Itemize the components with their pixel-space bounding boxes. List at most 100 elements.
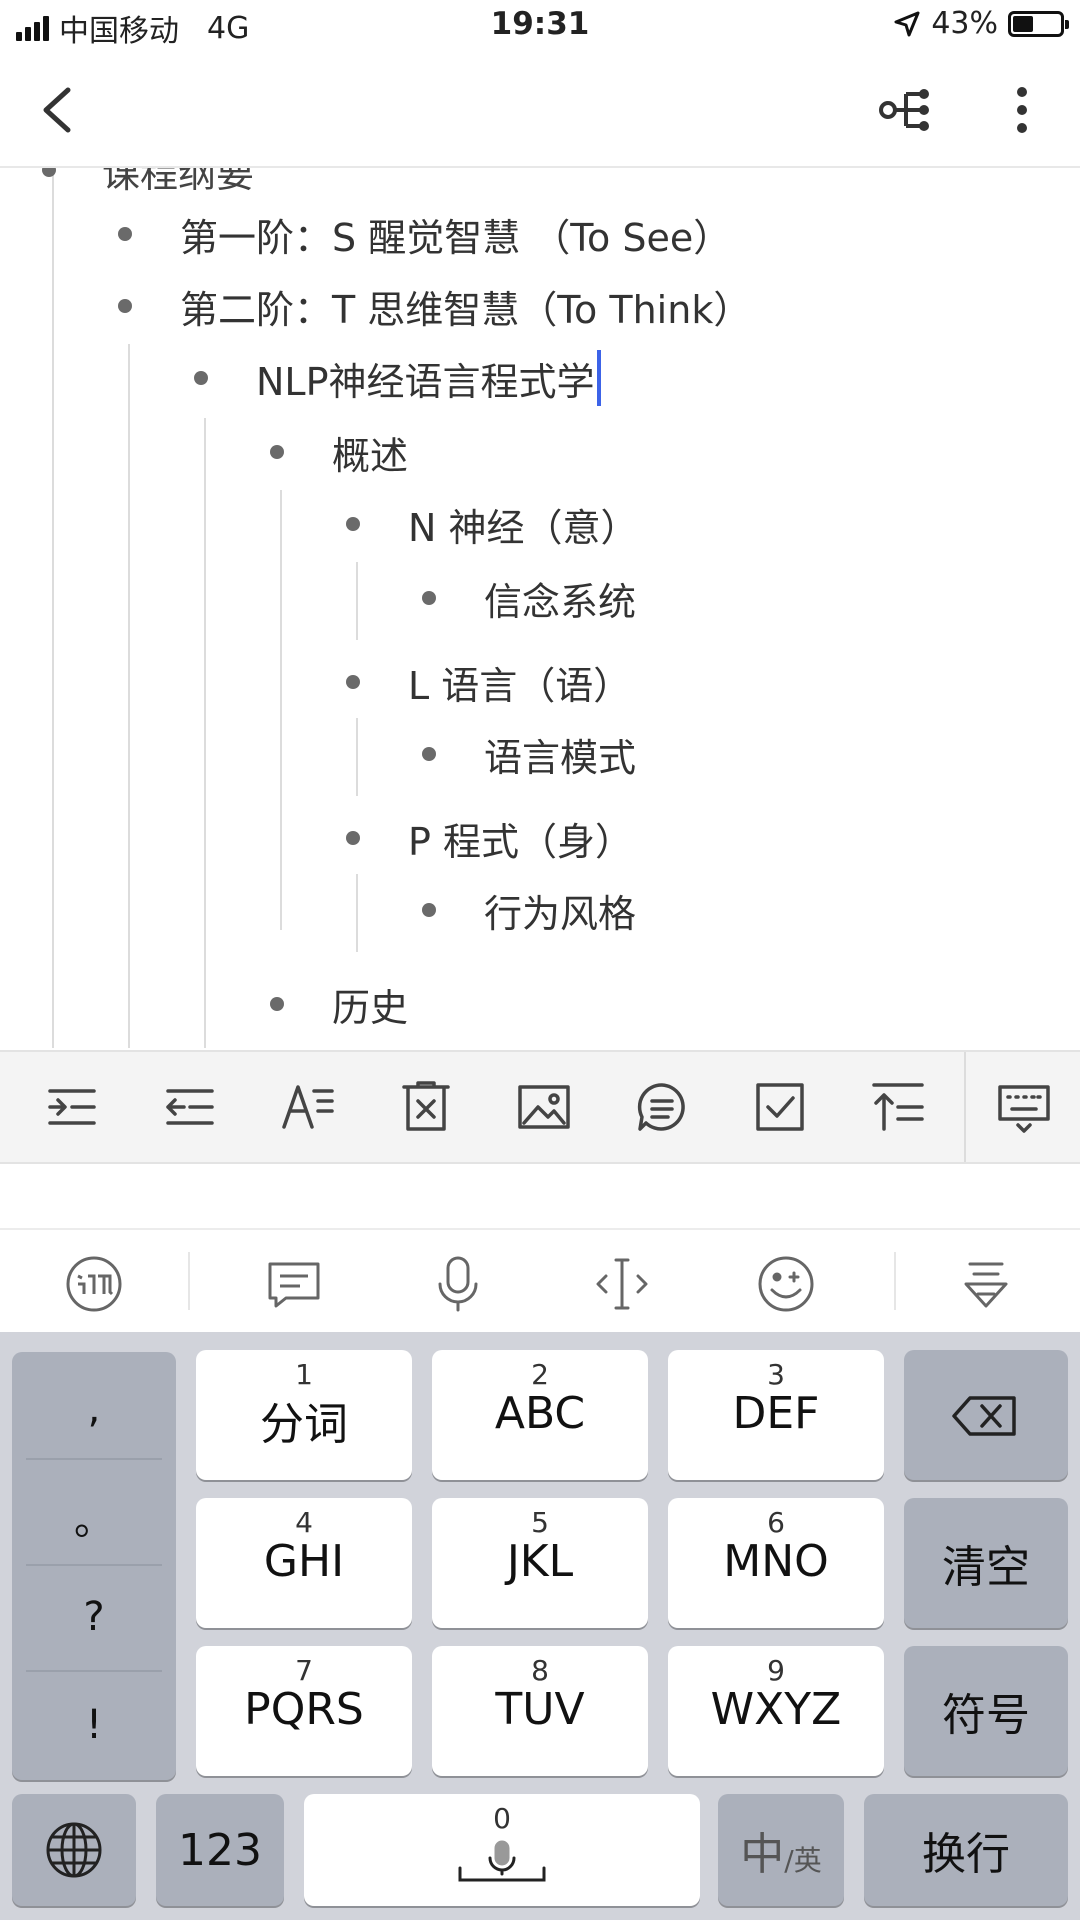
key-5[interactable]: 5 JKL: [432, 1498, 648, 1628]
checkbox-icon[interactable]: [752, 1079, 808, 1135]
key-number: 9: [767, 1654, 785, 1687]
outline-item-text: 语言模式: [484, 735, 637, 780]
format-toolbar: [0, 1050, 1080, 1164]
move-up-icon[interactable]: [870, 1079, 926, 1135]
chevron-left-icon[interactable]: [30, 80, 90, 140]
key-label: WXYZ: [710, 1684, 842, 1735]
language-switch-key[interactable]: 中/英: [718, 1794, 844, 1906]
outline-item-text: N 神经（意）: [408, 505, 639, 550]
outline-item-active[interactable]: NLP神经语言程式学: [194, 348, 601, 408]
punct-key[interactable]: ?: [12, 1594, 176, 1640]
key-1[interactable]: 1 分词: [196, 1350, 412, 1480]
outline-item-text: L 语言（语）: [408, 663, 632, 708]
language-label: 中/英: [718, 1794, 844, 1906]
clear-key[interactable]: 清空: [904, 1498, 1068, 1628]
outdent-icon[interactable]: [162, 1079, 218, 1135]
key-label: PQRS: [244, 1684, 364, 1735]
location-arrow-icon: [894, 11, 920, 36]
status-right: 43%: [893, 6, 1069, 41]
punctuation-column[interactable]: , 。 ? !: [12, 1352, 176, 1780]
key-label: ABC: [494, 1388, 586, 1439]
key-label: DEF: [732, 1388, 820, 1439]
outline-item[interactable]: 语言模式: [422, 724, 636, 784]
key-label: MNO: [723, 1536, 829, 1587]
key-number: 3: [767, 1358, 785, 1391]
key-2[interactable]: 2 ABC: [432, 1350, 648, 1480]
key-3[interactable]: 3 DEF: [668, 1350, 884, 1480]
key-label: TUV: [495, 1684, 585, 1735]
guide-line-level4: [280, 490, 282, 930]
key-6[interactable]: 6 MNO: [668, 1498, 884, 1628]
collapse-keyboard-icon[interactable]: [956, 1254, 1016, 1314]
note-icon[interactable]: [634, 1079, 690, 1135]
image-icon[interactable]: [516, 1079, 572, 1135]
key-number: 1: [295, 1358, 313, 1391]
microphone-icon[interactable]: [428, 1254, 488, 1314]
key-9[interactable]: 9 WXYZ: [668, 1646, 884, 1776]
outline-item[interactable]: 信念系统: [422, 568, 636, 628]
outline-item-text: 第二阶：T 思维智慧（To Think）: [180, 287, 752, 332]
outline-item-text: P 程式（身）: [408, 819, 633, 864]
text-format-icon[interactable]: [280, 1079, 336, 1135]
outline-item[interactable]: 历史: [270, 974, 408, 1034]
enter-key[interactable]: 换行: [864, 1794, 1068, 1906]
key-8[interactable]: 8 TUV: [432, 1646, 648, 1776]
outline-item-partial[interactable]: 课程纲要: [42, 168, 254, 200]
key-4[interactable]: 4 GHI: [196, 1498, 412, 1628]
nav-bar: [0, 54, 1080, 168]
punct-divider: [26, 1564, 162, 1566]
hide-keyboard-icon[interactable]: [996, 1079, 1052, 1135]
guide-line-level1: [52, 168, 54, 1048]
outline-item[interactable]: P 程式（身）: [346, 808, 633, 868]
numbers-key[interactable]: 123: [156, 1794, 284, 1906]
t9-keyboard: , 。 ? ! 1 分词 2 ABC 3 DEF 4 GHI 5 JKL 6 M…: [0, 1332, 1080, 1920]
space-mic-icon: [458, 1840, 546, 1882]
outline-item[interactable]: 概述: [270, 422, 408, 482]
space-number: 0: [493, 1802, 511, 1835]
outline-item-text: NLP神经语言程式学: [256, 359, 595, 404]
outline-item[interactable]: 行为风格: [422, 880, 636, 940]
ime-logo-icon[interactable]: [64, 1254, 124, 1314]
status-bar: 中国移动 4G 19:31 43%: [0, 0, 1080, 54]
key-number: 4: [295, 1506, 313, 1539]
more-vertical-icon[interactable]: [992, 80, 1052, 140]
outline-item-text: 行为风格: [484, 891, 637, 936]
outline-item-text: 历史: [332, 985, 409, 1030]
guide-line-level3: [204, 418, 206, 1048]
key-number: 8: [531, 1654, 549, 1687]
outline-item[interactable]: 第一阶：S 醒觉智慧 （To See）: [118, 204, 731, 264]
backspace-icon: [952, 1396, 1016, 1436]
punct-key[interactable]: !: [12, 1702, 176, 1748]
outline-item-text: 第一阶：S 醒觉智慧 （To See）: [180, 215, 732, 260]
outline-item[interactable]: N 神经（意）: [346, 494, 639, 554]
globe-key[interactable]: [12, 1794, 136, 1906]
guide-line-level5a: [356, 562, 358, 640]
guide-line-level5b: [356, 718, 358, 796]
cursor-move-icon[interactable]: [592, 1254, 652, 1314]
delete-node-icon[interactable]: [398, 1079, 454, 1135]
outline-editor[interactable]: 课程纲要 第一阶：S 醒觉智慧 （To See） 第二阶：T 思维智慧（To T…: [0, 168, 1080, 1048]
toolbar-divider: [964, 1052, 966, 1162]
battery-percent: 43%: [931, 6, 998, 41]
punct-divider: [26, 1458, 162, 1460]
outline-item-text: 概述: [332, 433, 409, 478]
symbols-key[interactable]: 符号: [904, 1646, 1068, 1776]
key-7[interactable]: 7 PQRS: [196, 1646, 412, 1776]
key-number: 7: [295, 1654, 313, 1687]
backspace-key[interactable]: [904, 1350, 1068, 1480]
key-label: GHI: [263, 1536, 345, 1587]
ime-toolbar: [0, 1228, 1080, 1334]
clear-label: 清空: [942, 1542, 1030, 1593]
space-key[interactable]: 0: [304, 1794, 700, 1906]
message-icon[interactable]: [264, 1254, 324, 1314]
mindmap-icon[interactable]: [876, 80, 936, 140]
lang-alt: /英: [784, 1844, 822, 1877]
ime-divider: [188, 1252, 190, 1310]
indent-icon[interactable]: [44, 1079, 100, 1135]
outline-item[interactable]: 第二阶：T 思维智慧（To Think）: [118, 276, 751, 336]
outline-item[interactable]: L 语言（语）: [346, 652, 631, 712]
punct-key[interactable]: 。: [12, 1488, 176, 1546]
punct-key[interactable]: ,: [12, 1386, 176, 1432]
emoji-icon[interactable]: [756, 1254, 816, 1314]
symbols-label: 符号: [942, 1690, 1030, 1741]
